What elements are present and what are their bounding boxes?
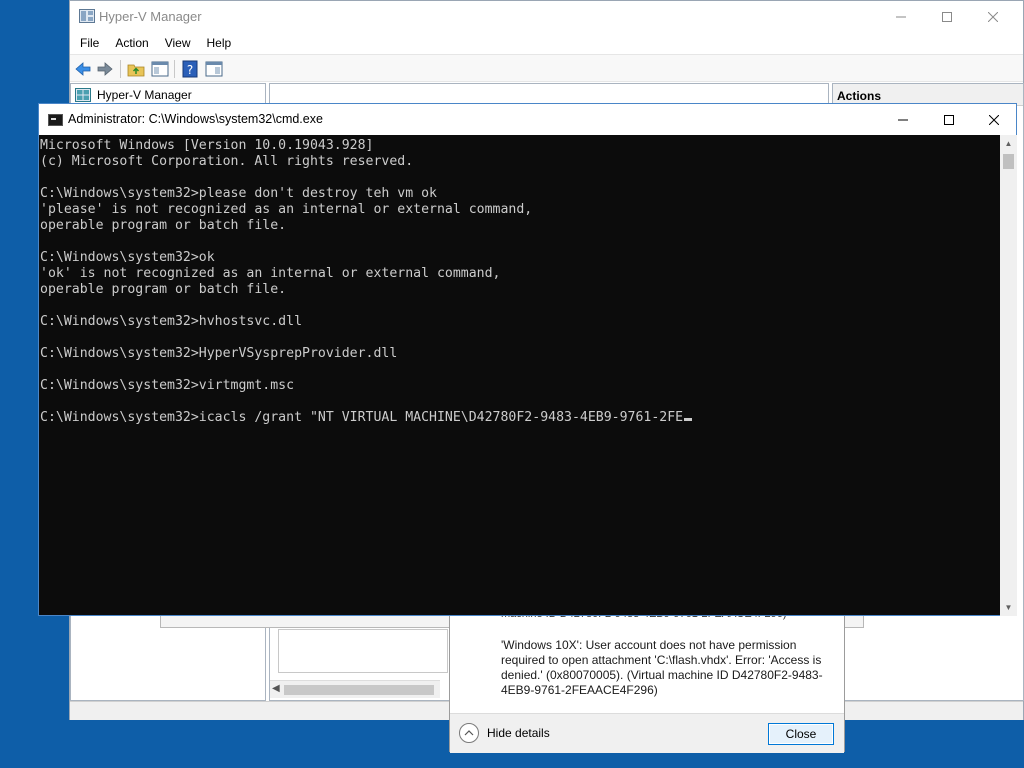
menu-help[interactable]: Help: [207, 36, 232, 50]
menu-view[interactable]: View: [165, 36, 191, 50]
cmd-titlebar[interactable]: Administrator: C:\Windows\system32\cmd.e…: [39, 104, 1016, 135]
close-icon: [989, 114, 999, 125]
minimize-icon: [896, 16, 906, 17]
scrollbar-thumb[interactable]: [284, 685, 434, 695]
horizontal-scrollbar[interactable]: ◀: [270, 680, 440, 698]
show-hide-action-pane-icon[interactable]: [204, 59, 224, 79]
hyperv-minimize-button[interactable]: [878, 1, 924, 32]
toolbar-separator: [174, 60, 175, 78]
help-icon[interactable]: ?: [180, 59, 200, 79]
hyperv-close-button[interactable]: [970, 1, 1016, 32]
hide-details-label: Hide details: [487, 726, 550, 740]
text-cursor: [684, 418, 693, 421]
hyperv-app-icon: [79, 9, 95, 23]
hyperv-window-title: Hyper-V Manager: [99, 9, 202, 24]
scroll-down-icon[interactable]: ▼: [1000, 599, 1017, 616]
console-line: 'ok' is not recognized as an internal or…: [40, 266, 501, 281]
console-current-command[interactable]: C:\Windows\system32>icacls /grant "NT VI…: [40, 410, 683, 425]
chevron-up-icon: [459, 723, 479, 743]
hyperv-maximize-button[interactable]: [924, 1, 970, 32]
hyperv-menubar: File Action View Help: [70, 32, 1023, 54]
console-line: (c) Microsoft Corporation. All rights re…: [40, 154, 414, 169]
console-output[interactable]: Microsoft Windows [Version 10.0.19043.92…: [39, 135, 1000, 616]
error-dialog-footer: Hide details Close: [450, 713, 844, 753]
console-line: operable program or batch file.: [40, 218, 287, 233]
hyperv-titlebar[interactable]: Hyper-V Manager: [70, 1, 1023, 32]
console-line: operable program or batch file.: [40, 282, 287, 297]
console-input-line[interactable]: C:\Windows\system32>icacls /grant "NT VI…: [40, 410, 1000, 426]
close-button[interactable]: Close: [768, 723, 834, 745]
console-icon: [48, 114, 63, 126]
scrollbar-thumb[interactable]: [1003, 154, 1014, 169]
cmd-maximize-button[interactable]: [926, 104, 972, 135]
console-line: 'please' is not recognized as an interna…: [40, 202, 533, 217]
console-line: C:\Windows\system32>ok: [40, 250, 215, 265]
menu-action[interactable]: Action: [115, 36, 148, 50]
maximize-icon: [944, 114, 954, 125]
close-icon: [988, 11, 998, 22]
error-message: 'Windows 10X': User account does not hav…: [501, 638, 823, 697]
vertical-scrollbar[interactable]: ▲ ▼: [1000, 135, 1017, 616]
maximize-icon: [942, 11, 952, 22]
forward-arrow-icon[interactable]: [95, 59, 115, 79]
console-line: C:\Windows\system32>please don't destroy…: [40, 186, 437, 201]
scroll-up-icon[interactable]: ▲: [1000, 135, 1017, 152]
hide-details-toggle[interactable]: Hide details: [459, 723, 550, 743]
cmd-close-button[interactable]: [971, 104, 1017, 135]
folder-up-icon[interactable]: [126, 59, 146, 79]
tree-item-label: Hyper-V Manager: [97, 88, 192, 102]
details-box: [278, 629, 448, 673]
console-line: Microsoft Windows [Version 10.0.19043.92…: [40, 138, 374, 153]
hyperv-toolbar: ?: [70, 54, 1023, 82]
cmd-window-title: Administrator: C:\Windows\system32\cmd.e…: [68, 112, 323, 126]
console-line: C:\Windows\system32>hvhostsvc.dll: [40, 314, 303, 329]
cmd-window[interactable]: Administrator: C:\Windows\system32\cmd.e…: [38, 103, 1017, 616]
tree-item-hyperv-manager[interactable]: Hyper-V Manager: [75, 88, 192, 102]
back-arrow-icon[interactable]: [73, 59, 93, 79]
minimize-icon: [898, 119, 908, 120]
svg-text:?: ?: [187, 63, 193, 77]
hyperv-manager-icon: [75, 88, 91, 102]
console-line: C:\Windows\system32>HyperVSysprepProvide…: [40, 346, 398, 361]
console-line: C:\Windows\system32>virtmgmt.msc: [40, 378, 295, 393]
toolbar-separator: [120, 60, 121, 78]
scroll-left-icon[interactable]: ◀: [272, 683, 280, 694]
menu-file[interactable]: File: [80, 36, 99, 50]
cmd-minimize-button[interactable]: [880, 104, 926, 135]
show-hide-console-tree-icon[interactable]: [150, 59, 170, 79]
